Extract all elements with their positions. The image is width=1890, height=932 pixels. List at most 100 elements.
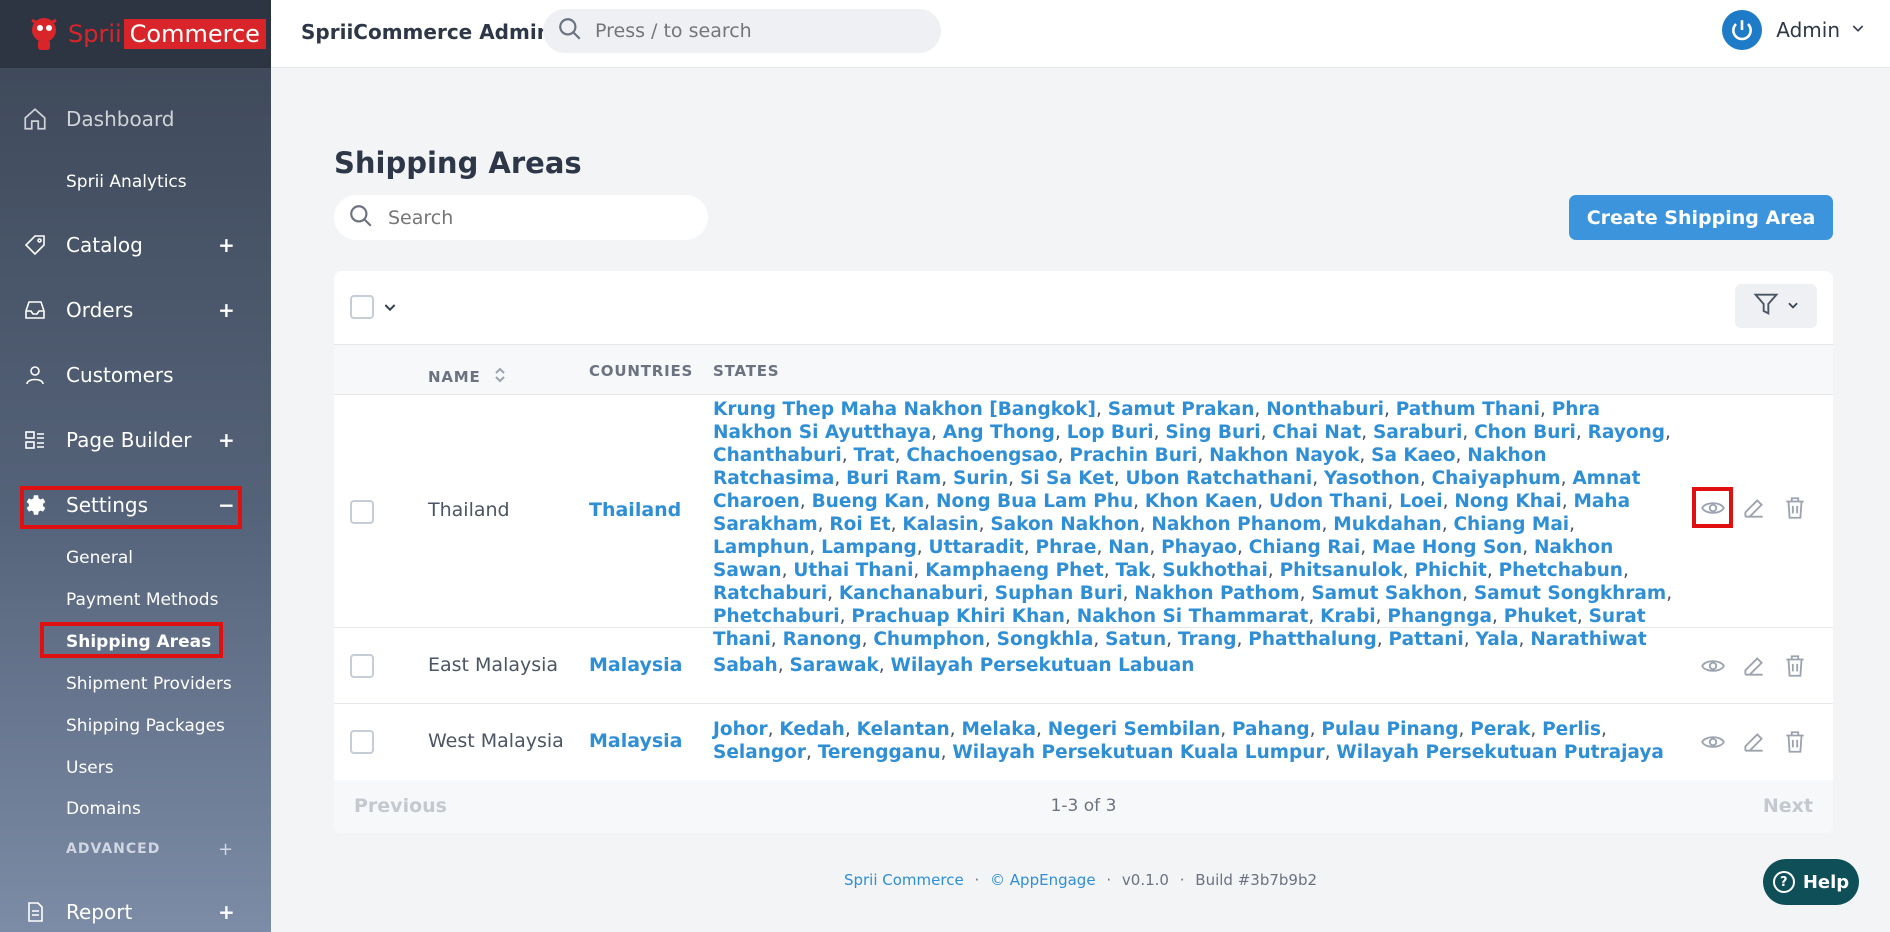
row-checkbox[interactable] xyxy=(350,654,374,678)
state-link[interactable]: Yasothon xyxy=(1324,468,1420,489)
sidebar-item-general[interactable]: General xyxy=(66,548,133,568)
sidebar-item-report[interactable]: Report + xyxy=(20,897,235,927)
bulk-actions-chevron-icon[interactable] xyxy=(382,299,398,319)
state-link[interactable]: Kelantan xyxy=(857,719,950,740)
sidebar-item-domains[interactable]: Domains xyxy=(66,799,141,819)
state-link[interactable]: Rayong xyxy=(1588,422,1665,443)
state-link[interactable]: Si Sa Ket xyxy=(1020,468,1114,489)
search-input[interactable] xyxy=(388,206,688,229)
state-link[interactable]: Saraburi xyxy=(1373,422,1462,443)
state-link[interactable]: Sa Kaeo xyxy=(1371,445,1455,466)
global-search[interactable] xyxy=(543,9,941,53)
state-link[interactable]: Chaiyaphum xyxy=(1432,468,1561,489)
create-shipping-area-button[interactable]: Create Shipping Area xyxy=(1569,195,1833,240)
sidebar-item-shipment-providers[interactable]: Shipment Providers xyxy=(66,674,232,694)
row-country-link[interactable]: Malaysia xyxy=(589,730,683,752)
state-link[interactable]: Pulau Pinang xyxy=(1321,719,1458,740)
state-link[interactable]: Trat xyxy=(854,445,895,466)
state-link[interactable]: Johor xyxy=(713,719,768,740)
sort-icon[interactable] xyxy=(493,367,507,389)
state-link[interactable]: Nong Bua Lam Phu xyxy=(936,491,1133,512)
state-link[interactable]: Nan xyxy=(1108,537,1149,558)
state-link[interactable]: Prachin Buri xyxy=(1069,445,1197,466)
state-link[interactable]: Buri Ram xyxy=(846,468,941,489)
state-link[interactable]: Kamphaeng Phet xyxy=(925,560,1104,581)
sidebar-section-advanced[interactable]: ADVANCED xyxy=(66,841,160,857)
state-link[interactable]: Surin xyxy=(953,468,1008,489)
state-link[interactable]: Loei xyxy=(1399,491,1442,512)
state-link[interactable]: Sabah xyxy=(713,655,778,676)
next-button[interactable]: Next xyxy=(1763,795,1813,817)
state-link[interactable]: Uthai Thani xyxy=(793,560,913,581)
sidebar-item-orders[interactable]: Orders + xyxy=(20,295,235,325)
column-header-name[interactable]: NAME xyxy=(428,362,507,386)
state-link[interactable]: Terengganu xyxy=(818,742,941,763)
sidebar-item-page-builder[interactable]: Page Builder + xyxy=(20,425,235,455)
sidebar-item-sprii-analytics[interactable]: Sprii Analytics xyxy=(66,172,187,192)
state-link[interactable]: Perlis xyxy=(1542,719,1601,740)
state-link[interactable]: Kedah xyxy=(779,719,844,740)
state-link[interactable]: Pathum Thani xyxy=(1396,399,1540,420)
state-link[interactable]: Melaka xyxy=(961,719,1036,740)
view-eye-icon[interactable] xyxy=(1692,487,1733,528)
state-link[interactable]: Phichit xyxy=(1414,560,1486,581)
delete-trash-icon[interactable] xyxy=(1774,487,1815,528)
state-link[interactable]: Chiang Mai xyxy=(1453,514,1569,535)
state-link[interactable]: Ubon Ratchathani xyxy=(1125,468,1312,489)
state-link[interactable]: Ang Thong xyxy=(943,422,1055,443)
state-link[interactable]: Kanchanaburi xyxy=(839,583,983,604)
sidebar-item-catalog[interactable]: Catalog + xyxy=(20,230,235,260)
row-checkbox[interactable] xyxy=(350,730,374,754)
state-link[interactable]: Samut Songkhram xyxy=(1474,583,1666,604)
state-link[interactable]: Krabi xyxy=(1320,606,1376,627)
state-link[interactable]: Chai Nat xyxy=(1272,422,1361,443)
state-link[interactable]: Perak xyxy=(1470,719,1530,740)
state-link[interactable]: Chiang Rai xyxy=(1249,537,1361,558)
state-link[interactable]: Wilayah Persekutuan Labuan xyxy=(891,655,1195,676)
state-link[interactable]: Sarawak xyxy=(789,655,878,676)
state-link[interactable]: Phitsanulok xyxy=(1280,560,1403,581)
delete-trash-icon[interactable] xyxy=(1774,721,1815,762)
row-country-link[interactable]: Thailand xyxy=(589,499,681,521)
row-checkbox[interactable] xyxy=(350,500,374,524)
row-country-link[interactable]: Malaysia xyxy=(589,654,683,676)
state-link[interactable]: Ratchaburi xyxy=(713,583,827,604)
state-link[interactable]: Tak xyxy=(1115,560,1150,581)
state-link[interactable]: Phrae xyxy=(1036,537,1097,558)
state-link[interactable]: Phetchabun xyxy=(1499,560,1623,581)
view-eye-icon[interactable] xyxy=(1692,721,1733,762)
state-link[interactable]: Nakhon Si Thammarat xyxy=(1077,606,1309,627)
state-link[interactable]: Prachuap Khiri Khan xyxy=(851,606,1065,627)
state-link[interactable]: Lampang xyxy=(821,537,917,558)
state-link[interactable]: Nonthaburi xyxy=(1266,399,1384,420)
state-link[interactable]: Udon Thani xyxy=(1269,491,1387,512)
state-link[interactable]: Chachoengsao xyxy=(906,445,1057,466)
help-button[interactable]: ? Help xyxy=(1763,859,1859,905)
state-link[interactable]: Sukhothai xyxy=(1162,560,1268,581)
state-link[interactable]: Phuket xyxy=(1504,606,1577,627)
state-link[interactable]: Suphan Buri xyxy=(995,583,1123,604)
state-link[interactable]: Krung Thep Maha Nakhon [Bangkok] xyxy=(713,399,1096,420)
sidebar-item-shipping-packages[interactable]: Shipping Packages xyxy=(66,716,225,736)
state-link[interactable]: Roi Et xyxy=(829,514,890,535)
footer-brand-link[interactable]: Sprii Commerce xyxy=(844,871,964,889)
state-link[interactable]: Nakhon Phanom xyxy=(1151,514,1321,535)
expand-plus-icon[interactable]: + xyxy=(218,428,235,452)
state-link[interactable]: Phangnga xyxy=(1387,606,1492,627)
state-link[interactable]: Chanthaburi xyxy=(713,445,842,466)
state-link[interactable]: Mae Hong Son xyxy=(1372,537,1522,558)
delete-trash-icon[interactable] xyxy=(1774,645,1815,686)
state-link[interactable]: Samut Prakan xyxy=(1108,399,1255,420)
state-link[interactable]: Wilayah Persekutuan Kuala Lumpur xyxy=(952,742,1324,763)
expand-plus-icon[interactable]: + xyxy=(218,900,235,924)
edit-icon[interactable] xyxy=(1733,487,1774,528)
global-search-input[interactable] xyxy=(595,20,915,42)
state-link[interactable]: Negeri Sembilan xyxy=(1048,719,1220,740)
state-link[interactable]: Sakon Nakhon xyxy=(990,514,1139,535)
state-link[interactable]: Kalasin xyxy=(902,514,978,535)
state-link[interactable]: Samut Sakhon xyxy=(1311,583,1462,604)
state-link[interactable]: Lamphun xyxy=(713,537,809,558)
edit-icon[interactable] xyxy=(1733,645,1774,686)
expand-plus-icon[interactable]: + xyxy=(218,298,235,322)
state-link[interactable]: Wilayah Persekutuan Putrajaya xyxy=(1336,742,1664,763)
